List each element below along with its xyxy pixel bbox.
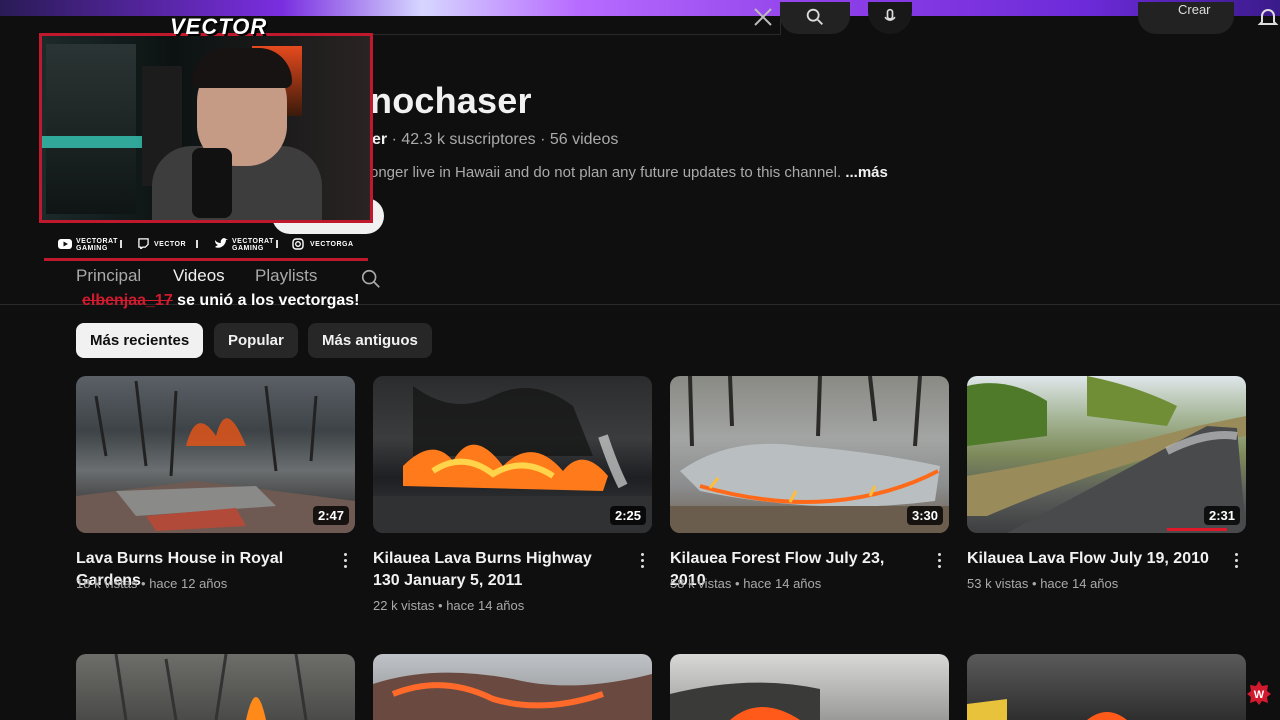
vector-logo: VECTOR	[170, 14, 268, 39]
social-youtube-line2: GAMING	[76, 245, 108, 252]
instagram-icon	[292, 238, 304, 250]
video-duration: 3:30	[906, 506, 943, 525]
social-twitch-label: VECTOR	[154, 241, 187, 248]
video-card[interactable]: 3:30 Kilauea Forest Flow July 23, 2010 5…	[670, 376, 949, 591]
badge-letter: W	[1254, 689, 1265, 701]
notifications-bell-icon[interactable]	[1256, 6, 1280, 30]
chip-popular[interactable]: Popular	[214, 323, 298, 358]
video-duration: 2:31	[1203, 506, 1240, 525]
twitch-icon	[138, 238, 149, 249]
webcam-shelf	[46, 44, 136, 214]
video-card[interactable]: 2:47 Lava Burns House in Royal Gardens 1…	[76, 376, 355, 591]
video-card[interactable]: 2:25 Kilauea Lava Burns Highway 130 Janu…	[373, 376, 652, 613]
search-input[interactable]	[370, 16, 781, 35]
channel-description[interactable]: onger live in Hawaii and do not plan any…	[370, 164, 888, 181]
chip-mas-antiguos[interactable]: Más antiguos	[308, 323, 432, 358]
tab-playlists[interactable]: Playlists	[255, 266, 317, 286]
video-title[interactable]: Kilauea Lava Burns Highway 130 January 5…	[373, 548, 621, 592]
social-youtube-line1: VECTORAT	[76, 238, 118, 245]
channel-title: nochaser	[370, 80, 532, 121]
video-thumbnail-row2[interactable]	[76, 654, 355, 720]
microphone-icon	[884, 8, 896, 21]
video-age: hace 14 años	[743, 576, 822, 591]
social-twitter-line2: GAMING	[232, 245, 264, 252]
streamer-webcam-overlay	[39, 33, 373, 223]
video-more-actions-icon[interactable]	[632, 550, 652, 570]
channel-description-text: onger live in Hawaii and do not plan any…	[370, 164, 842, 181]
video-thumbnail[interactable]: 2:31	[967, 376, 1246, 533]
stream-w-badge-icon: W	[1247, 681, 1271, 705]
thumbnail-row2-image	[670, 682, 820, 720]
video-title[interactable]: Kilauea Lava Flow July 19, 2010	[967, 548, 1215, 570]
social-separator	[276, 240, 278, 248]
webcam-person-hair	[192, 48, 292, 88]
description-more-link[interactable]: ...más	[845, 164, 888, 181]
search-icon	[806, 8, 823, 25]
video-card[interactable]: 2:31 Kilauea Lava Flow July 19, 2010 53 …	[967, 376, 1246, 591]
video-views: 18 k vistas	[76, 576, 138, 591]
clear-search-icon[interactable]	[750, 4, 776, 30]
tab-principal[interactable]: Principal	[76, 266, 141, 286]
create-button-label: Crear	[1178, 2, 1211, 17]
twitter-icon	[215, 238, 228, 248]
social-separator	[196, 240, 198, 248]
video-meta: 58 k vistas • hace 14 años	[670, 576, 822, 591]
webcam-microphone	[192, 148, 232, 218]
social-twitter-label: VECTORAT GAMING	[232, 238, 274, 252]
video-more-actions-icon[interactable]	[1226, 550, 1246, 570]
youtube-icon	[58, 239, 72, 249]
video-duration: 2:25	[609, 506, 646, 525]
social-twitter-line1: VECTORAT	[232, 238, 274, 245]
video-more-actions-icon[interactable]	[929, 550, 949, 570]
video-meta: 53 k vistas • hace 14 años	[967, 576, 1119, 591]
video-thumbnail[interactable]: 2:25	[373, 376, 652, 533]
chip-mas-recientes[interactable]: Más recientes	[76, 323, 204, 358]
create-button[interactable]: Crear	[1138, 2, 1234, 34]
stream-chat-alert: elbenjaa_17 se unió a los vectorgas!	[82, 292, 359, 310]
video-thumbnail[interactable]: 3:30	[670, 376, 949, 533]
channel-handle: er	[372, 131, 388, 148]
video-thumbnail-row2[interactable]	[373, 654, 652, 720]
channel-search-icon[interactable]	[360, 268, 382, 290]
search-button[interactable]	[780, 2, 850, 34]
social-links-strip: VECTORAT GAMING VECTOR VECTORAT GAMING V…	[44, 232, 368, 261]
chat-alert-user: elbenjaa_17	[82, 292, 173, 309]
thumbnail-row2-image	[373, 672, 652, 720]
thumbnail-row2-image	[114, 654, 308, 720]
social-youtube-label: VECTORAT GAMING	[76, 238, 118, 252]
video-meta: 22 k vistas • hace 14 años	[373, 598, 525, 613]
video-meta: 18 k vistas • hace 12 años	[76, 576, 228, 591]
video-views: 53 k vistas	[967, 576, 1029, 591]
video-age: hace 14 años	[446, 598, 525, 613]
thumbnail-row2-image	[967, 699, 1127, 720]
channel-stats: · 42.3 k suscriptores · 56 videos	[391, 131, 619, 148]
video-age: hace 14 años	[1040, 576, 1119, 591]
social-separator	[120, 240, 122, 248]
video-thumbnail-row2[interactable]	[967, 654, 1246, 720]
video-thumbnail-row2[interactable]	[670, 654, 949, 720]
video-views: 58 k vistas	[670, 576, 732, 591]
video-views: 22 k vistas	[373, 598, 435, 613]
channel-meta: er · 42.3 k suscriptores · 56 videos	[372, 131, 618, 149]
voice-search-button[interactable]	[868, 2, 912, 34]
chat-alert-message: se unió a los vectorgas!	[172, 292, 360, 309]
social-instagram-label: VECTORGA	[310, 241, 354, 248]
video-thumbnail[interactable]: 2:47	[76, 376, 355, 533]
tab-videos[interactable]: Videos	[173, 266, 225, 286]
video-duration: 2:47	[312, 506, 349, 525]
video-more-actions-icon[interactable]	[335, 550, 355, 570]
video-age: hace 12 años	[149, 576, 228, 591]
